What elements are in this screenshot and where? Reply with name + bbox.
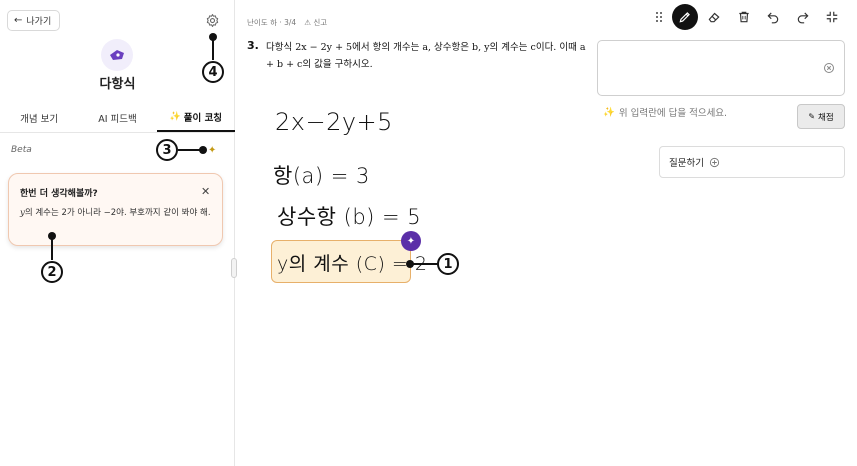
tab-concept[interactable]: 개념 보기 <box>0 103 78 132</box>
question-text: 다항식 2x − 2y + 5에서 항의 개수는 a, 상수항은 b, y의 계… <box>266 42 586 70</box>
handwriting-line-3: 상수항 (b) = 5 <box>277 205 422 229</box>
sparkle-icon: ✦ <box>208 145 217 156</box>
report-label: 신고 <box>313 18 328 27</box>
tab-ai-feedback[interactable]: AI 피드백 <box>78 103 156 132</box>
trash-icon[interactable] <box>731 4 757 30</box>
plus-circle-icon <box>709 157 720 167</box>
eraser-icon[interactable] <box>701 4 727 30</box>
tab-solution-coaching[interactable]: ✨ 풀이 코칭 <box>156 103 235 132</box>
collapse-icon[interactable] <box>819 4 845 30</box>
callout-2-line <box>51 236 53 260</box>
arrow-left-icon: ← <box>14 14 23 26</box>
answer-input[interactable] <box>597 40 845 96</box>
tab-solution-coaching-label: 풀이 코칭 <box>183 112 223 124</box>
tab-ai-feedback-label: AI 피드백 <box>98 113 137 125</box>
callout-2-badge: 2 <box>41 261 63 283</box>
grade-button[interactable]: ✎ 채점 <box>797 104 845 129</box>
panel-resize-handle[interactable] <box>231 258 237 278</box>
hint-body-text: 의 계수는 2가 아니라 −2야. 부호까지 같이 봐야 해. <box>24 208 211 218</box>
sparkle-icon: ✨ <box>603 106 615 118</box>
report-link[interactable]: ⚠ 신고 <box>304 17 327 28</box>
close-icon[interactable]: ✕ <box>201 185 210 198</box>
subject-icon <box>101 39 133 71</box>
hint-title: 한번 더 생각해볼까? <box>20 189 98 199</box>
tab-concept-label: 개념 보기 <box>20 113 59 125</box>
redo-icon[interactable] <box>790 4 816 30</box>
pen-icon[interactable] <box>671 4 698 30</box>
question-number: 3. <box>247 39 259 52</box>
answer-hint: ✨ 위 입력란에 답을 적으세요. <box>603 105 728 120</box>
beta-label: Beta <box>11 145 32 155</box>
hint-card: 한번 더 생각해볼까? ✕ y의 계수는 2가 아니라 −2야. 부호까지 같이… <box>8 173 223 246</box>
clear-circle-icon[interactable] <box>823 62 835 74</box>
ai-sparkle-badge-icon[interactable]: ✦ <box>401 231 421 251</box>
subject-title: 다항식 <box>99 77 136 92</box>
hint-body: y의 계수는 2가 아니라 −2야. 부호까지 같이 봐야 해. <box>20 206 220 221</box>
coaching-sidebar: ← 나가기 4 다항식 개념 보기 AI 피드백 ✨ 풀이 코칭 Beta 3 … <box>0 0 235 466</box>
ask-question-label: 질문하기 <box>669 158 704 169</box>
app-root: ← 나가기 4 다항식 개념 보기 AI 피드백 ✨ 풀이 코칭 Beta 3 … <box>0 0 857 466</box>
sparkle-icon: ✨ <box>169 111 181 122</box>
handwriting-line-1: 2x−2y+5 <box>275 108 393 136</box>
handwriting-line-2: 항(a) = 3 <box>273 164 370 188</box>
grade-button-label: 채점 <box>818 112 834 123</box>
tab-bar: 개념 보기 AI 피드백 ✨ 풀이 코칭 <box>0 103 235 133</box>
question-meta: 난이도 하 · 3/4 ⚠ 신고 <box>247 17 327 28</box>
callout-3-dot <box>199 146 207 154</box>
magic-wand-icon: ✎ <box>808 112 816 121</box>
back-button[interactable]: ← 나가기 <box>7 10 61 31</box>
callout-1-line <box>412 263 438 265</box>
callout-4-line <box>212 37 214 60</box>
answer-hint-text: 위 입력란에 답을 적으세요. <box>618 108 728 119</box>
undo-icon[interactable] <box>760 4 786 30</box>
callout-3-badge: 3 <box>156 139 178 161</box>
difficulty-label: 난이도 하 · 3/4 <box>247 18 297 27</box>
ask-question-button[interactable]: 질문하기 <box>659 146 845 178</box>
warning-icon: ⚠ <box>304 18 311 27</box>
drawing-toolbar <box>650 4 850 30</box>
handwriting-line-4: y의 계수 (C) = 2 <box>277 253 428 275</box>
drag-handle-icon[interactable] <box>650 4 668 30</box>
callout-3-line <box>178 149 201 151</box>
callout-1-badge: 1 <box>437 253 459 275</box>
gear-icon[interactable] <box>205 13 220 28</box>
back-button-label: 나가기 <box>26 17 52 27</box>
